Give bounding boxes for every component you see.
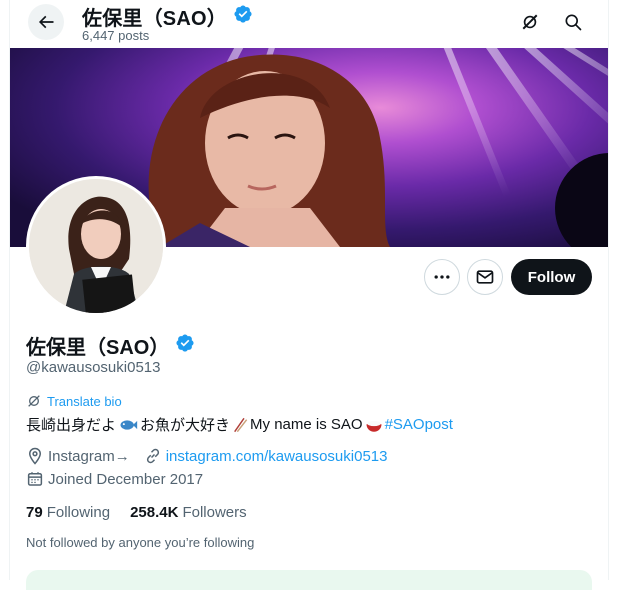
follow-button[interactable]: Follow [511, 259, 592, 295]
chopsticks-icon [234, 417, 248, 432]
translate-bio-link[interactable]: Translate bio [26, 393, 122, 409]
profile-avatar[interactable] [26, 176, 166, 316]
calendar-icon [27, 472, 43, 486]
bio-text-2: お魚が大好き [140, 417, 231, 434]
translate-icon [28, 395, 40, 407]
search-button[interactable] [556, 5, 590, 39]
profile-handle: @kawausosuki0513 [26, 359, 161, 376]
profile-header: 佐保里（SAO） 6,447 posts [10, 0, 608, 48]
avatar-image [29, 179, 163, 313]
bio-hashtag[interactable]: #SAOpost [385, 416, 453, 433]
not-followed-notice: Not followed by anyone you’re following [26, 535, 255, 550]
fish-icon [120, 419, 138, 430]
message-icon [476, 270, 494, 284]
profile-joined: Joined December 2017 [48, 470, 204, 488]
following-label: Following [46, 504, 111, 521]
back-arrow-icon [38, 15, 54, 29]
verified-badge-icon[interactable] [175, 333, 195, 358]
bottom-card [26, 570, 592, 590]
back-button[interactable] [28, 4, 64, 40]
translate-label: Translate bio [47, 393, 122, 409]
bio-text-1: 長崎出身だよ [26, 417, 117, 434]
location-icon [28, 447, 42, 465]
link-icon [146, 448, 159, 464]
header-title-row: 佐保里（SAO） [82, 2, 253, 31]
more-icon [434, 275, 450, 279]
header-name: 佐保里（SAO） [82, 8, 227, 30]
profile-bio: 長崎出身だよ お魚が大好き My name is SAO #SAOpost [26, 414, 453, 435]
followers-label: Followers [182, 504, 247, 521]
message-button[interactable] [467, 259, 503, 295]
post-count: 6,447 posts [82, 28, 150, 43]
profile-location: Instagram→ [48, 447, 130, 465]
profile-name-row: 佐保里（SAO） [26, 331, 195, 360]
profile-name: 佐保里（SAO） [26, 337, 170, 359]
bio-text-3: My name is SAO [250, 416, 363, 433]
following-link[interactable]: 79 Following [26, 504, 110, 521]
followers-link[interactable]: 258.4K Followers [130, 504, 247, 521]
follow-stats: 79 Following 258.4K Followers [26, 504, 247, 521]
bowl-icon [366, 420, 382, 432]
more-button[interactable] [424, 259, 460, 295]
page-border-right [608, 0, 609, 580]
profile-meta-row: Instagram→ instagram.com/kawausosuki0513 [26, 447, 387, 465]
profile-joined-row: Joined December 2017 [26, 470, 203, 488]
verified-badge-icon [233, 4, 253, 29]
search-icon [565, 14, 582, 31]
grok-icon [522, 14, 538, 30]
followers-count: 258.4K [130, 504, 179, 521]
grok-button[interactable] [513, 5, 547, 39]
profile-website-link[interactable]: instagram.com/kawausosuki0513 [166, 448, 388, 465]
following-count: 79 [26, 504, 43, 521]
